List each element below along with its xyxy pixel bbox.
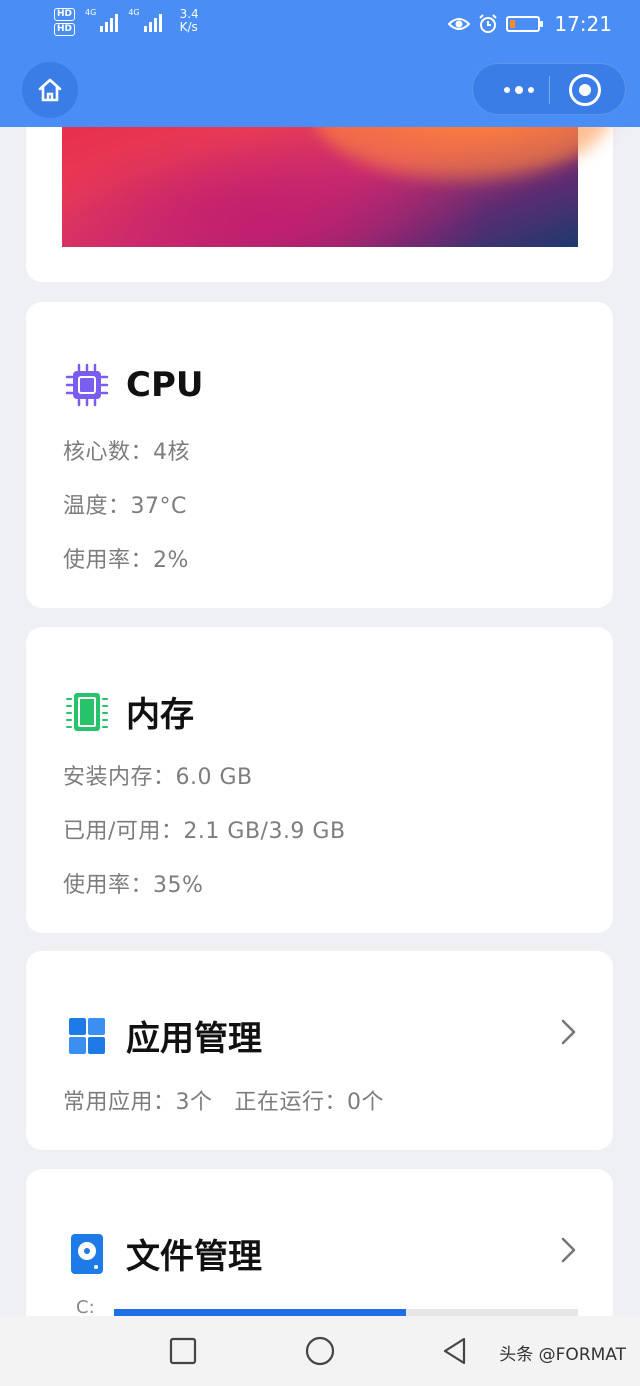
watermark: 头条 @FORMAT: [499, 1345, 626, 1365]
status-bar: HD HD 4G 4G 3.4 K/s 17:21: [0, 0, 640, 52]
chevron-right-icon: [561, 1019, 576, 1045]
more-dots-icon: [515, 86, 523, 94]
memory-installed: 安装内存：6.0 GB: [63, 765, 253, 790]
home-icon: [38, 78, 62, 102]
app-title: 应用管理: [126, 1019, 262, 1059]
signal-icon: 4G: [128, 8, 162, 32]
memory-title: 内存: [126, 695, 194, 735]
home-button[interactable]: [22, 62, 78, 118]
system-nav-bar: 头条 @FORMAT: [0, 1316, 640, 1386]
memory-title-row: 内存: [64, 687, 194, 736]
alarm-icon: [479, 14, 498, 33]
circle-icon[interactable]: [305, 1336, 335, 1366]
memory-usage: 使用率：35%: [63, 873, 204, 898]
file-management-card[interactable]: 文件管理 C:: [26, 1169, 613, 1329]
memory-icon: [64, 689, 110, 735]
more-button[interactable]: [491, 64, 547, 116]
cpu-cores: 核心数：4核: [63, 440, 190, 465]
capsule-divider: [549, 76, 550, 104]
battery-icon: [506, 16, 544, 32]
memory-used-available: 已用/可用：2.1 GB/3.9 GB: [63, 819, 346, 844]
cpu-title-row: CPU: [64, 362, 203, 408]
common-apps-count: 常用应用：3个: [63, 1090, 213, 1115]
top-bar: HD HD 4G 4G 3.4 K/s 17:21: [0, 0, 640, 127]
cpu-usage: 使用率：2%: [63, 548, 189, 573]
file-title-row: 文件管理: [64, 1229, 262, 1278]
app-title-row: 应用管理: [64, 1011, 262, 1060]
cpu-card: CPU 核心数：4核 温度：37°C 使用率：2%: [26, 302, 613, 608]
cpu-chip-icon: [64, 362, 110, 408]
hd-badge: HD: [54, 8, 76, 21]
triangle-back-icon[interactable]: [440, 1336, 470, 1366]
file-title: 文件管理: [126, 1237, 262, 1277]
eye-icon: [448, 18, 471, 30]
square-icon[interactable]: [168, 1336, 198, 1366]
windows-grid-icon: [64, 1013, 110, 1059]
hd-badge: HD: [54, 23, 76, 36]
network-speed: 3.4 K/s: [179, 7, 199, 34]
status-left: HD HD 4G 4G 3.4 K/s: [54, 8, 199, 36]
wallpaper-card: [26, 100, 613, 282]
running-apps-count: 正在运行：0个: [234, 1090, 384, 1115]
app-stats: 常用应用：3个 正在运行：0个: [63, 1084, 384, 1116]
chevron-right-icon: [561, 1237, 576, 1263]
disk-icon: [64, 1231, 110, 1277]
status-right: 17:21: [448, 12, 612, 36]
close-button[interactable]: [569, 74, 601, 106]
memory-card: 内存 安装内存：6.0 GB 已用/可用：2.1 GB/3.9 GB 使用率：3…: [26, 627, 613, 933]
mini-program-capsule: [472, 63, 626, 115]
cpu-title: CPU: [126, 365, 204, 405]
cpu-temperature: 温度：37°C: [63, 494, 187, 519]
clock: 17:21: [554, 12, 612, 36]
app-management-card[interactable]: 应用管理 常用应用：3个 正在运行：0个: [26, 951, 613, 1150]
signal-icon: 4G: [85, 8, 119, 32]
disk-label: C:: [76, 1297, 95, 1318]
